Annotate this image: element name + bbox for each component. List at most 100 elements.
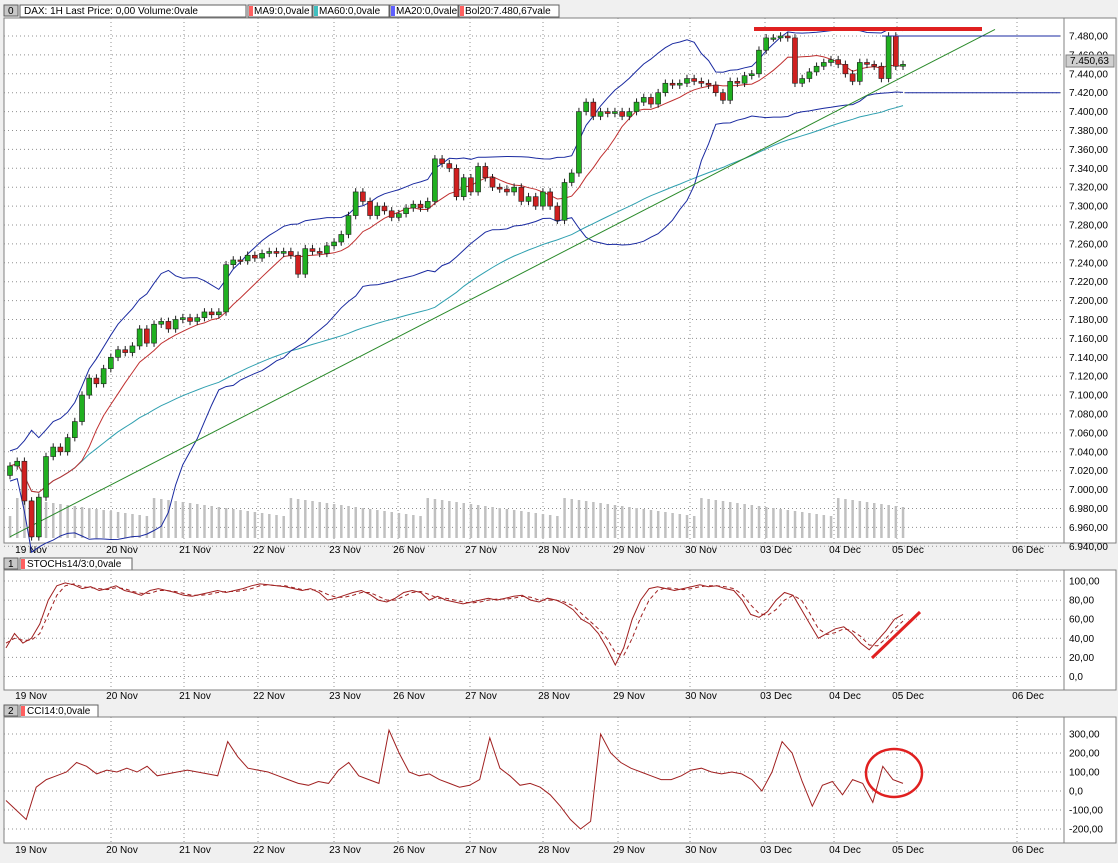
volume-bar: [491, 507, 494, 538]
candle-body: [208, 311, 215, 316]
candle-body: [136, 328, 143, 347]
volume-bar: [707, 499, 710, 538]
candle-body: [345, 215, 352, 235]
candle-body: [468, 177, 474, 193]
indicator-color-swatch: [21, 559, 25, 569]
x-date-label: 05 Dec: [892, 845, 924, 856]
candle-body: [626, 111, 633, 117]
candle-body: [756, 49, 762, 75]
y-tick-label: 6.940,00: [1069, 542, 1108, 553]
candle-body: [28, 500, 35, 538]
candle-body: [396, 213, 402, 218]
candle-body: [583, 101, 589, 112]
y-tick-label: 7.260,00: [1069, 239, 1108, 250]
candle-body: [496, 186, 503, 190]
volume-bar: [764, 507, 768, 538]
candle-body: [244, 254, 251, 262]
volume-bar: [772, 508, 775, 538]
indicator-color-swatch: [314, 6, 318, 16]
volume-bar: [188, 503, 192, 538]
candle-body: [734, 81, 741, 84]
candle-body: [151, 323, 157, 344]
y-tick-label: 7.040,00: [1069, 447, 1108, 458]
candle-body: [475, 166, 481, 193]
y-tick-label: 7.440,00: [1069, 69, 1108, 80]
x-date-label: 06 Dec: [1012, 545, 1044, 556]
indicator-label: Bol20:7.480,67vale: [465, 6, 551, 17]
y-tick-label: 7.340,00: [1069, 164, 1108, 175]
candle-body: [316, 251, 323, 254]
candle-body: [640, 97, 647, 103]
volume-bar: [412, 515, 415, 538]
volume-bar: [138, 515, 141, 538]
panel-index: 1: [8, 559, 14, 570]
indicator-label: STOCHs14/3:0,0vale: [27, 559, 122, 570]
volume-bar: [376, 510, 379, 538]
candle-body: [259, 253, 265, 259]
candle-body: [36, 496, 42, 538]
volume-bar: [498, 508, 502, 538]
volume-bar: [462, 503, 466, 538]
plot-area: [3, 569, 1065, 691]
y-tick-label: 7.300,00: [1069, 202, 1108, 213]
volume-bar: [887, 505, 890, 538]
volume-bar: [505, 509, 509, 538]
volume-bar: [304, 500, 307, 538]
volume-bar: [124, 513, 127, 538]
volume-bar: [750, 505, 754, 538]
candle-body: [439, 158, 445, 164]
candle-body: [669, 82, 676, 86]
volume-bar: [224, 508, 228, 538]
x-date-label: 23 Nov: [329, 691, 361, 702]
candle-body: [108, 356, 114, 369]
volume-bar: [800, 512, 804, 538]
x-date-label: 26 Nov: [393, 691, 425, 702]
volume-bar: [217, 507, 221, 538]
volume-bar: [203, 505, 206, 538]
candle-body: [223, 264, 229, 313]
volume-bar: [484, 506, 487, 538]
candle-body: [770, 37, 777, 40]
y-tick-label: 40,00: [1069, 634, 1094, 645]
panel-index: 2: [8, 706, 14, 717]
x-date-label: 05 Dec: [892, 691, 924, 702]
y-tick-label: 7.180,00: [1069, 315, 1108, 326]
y-tick-label: 7.360,00: [1069, 145, 1108, 156]
volume-bar: [116, 512, 120, 538]
y-tick-label: 100,00: [1069, 768, 1100, 779]
volume-bar: [649, 510, 653, 538]
x-date-label: 21 Nov: [179, 845, 211, 856]
volume-bar: [167, 500, 170, 538]
y-tick-label: 60,00: [1069, 615, 1094, 626]
indicator-color-swatch: [249, 6, 253, 16]
volume-bar: [268, 514, 271, 538]
volume-bar: [160, 499, 163, 538]
volume-bar: [721, 501, 725, 538]
candle-body: [813, 65, 820, 73]
candle-body: [799, 78, 805, 84]
candle-body: [525, 196, 532, 202]
y-tick-label: 7.200,00: [1069, 296, 1108, 307]
x-date-label: 03 Dec: [760, 545, 792, 556]
volume-bar: [901, 507, 905, 538]
volume-bar: [397, 513, 401, 538]
y-tick-label: -200,00: [1069, 825, 1103, 836]
x-date-label: 26 Nov: [393, 545, 425, 556]
volume-bar: [174, 501, 177, 538]
volume-bar: [282, 516, 285, 538]
y-tick-label: 7.280,00: [1069, 221, 1108, 232]
volume-bar: [404, 514, 408, 538]
y-tick-label: -100,00: [1069, 806, 1103, 817]
x-date-label: 29 Nov: [613, 691, 645, 702]
volume-bar: [354, 507, 357, 538]
candle-body: [792, 37, 798, 84]
candle-body: [180, 317, 186, 320]
x-date-label: 04 Dec: [829, 545, 861, 556]
plot-area: [3, 716, 1065, 844]
x-date-label: 20 Nov: [106, 545, 138, 556]
dax-chart-svg[interactable]: 0 DAX: 1H Last Price: 0,00 Volume:0vale MA…: [0, 0, 1118, 863]
candle-body: [842, 64, 849, 75]
x-date-label: 30 Nov: [685, 691, 717, 702]
volume-bar: [656, 511, 660, 538]
volume-bar: [786, 510, 790, 538]
